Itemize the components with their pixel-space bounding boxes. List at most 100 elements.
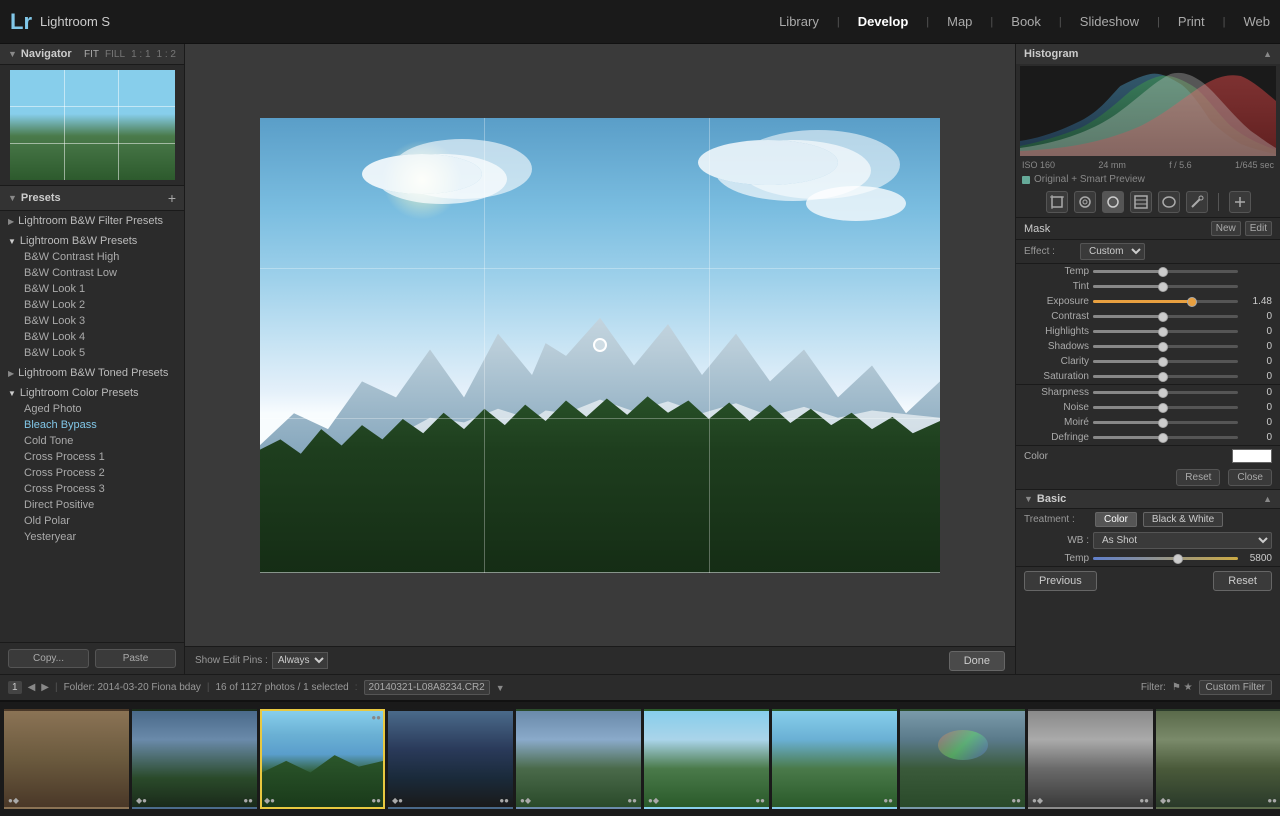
filmstrip-thumb-6[interactable]: ●◆ ●● <box>644 709 769 809</box>
noise-slider-track[interactable] <box>1093 406 1238 409</box>
preset-cold-tone[interactable]: Cold Tone <box>0 433 184 449</box>
preset-bw-look3[interactable]: B&W Look 3 <box>0 313 184 329</box>
radial-filter-tool[interactable] <box>1158 191 1180 213</box>
preset-cross-process-1[interactable]: Cross Process 1 <box>0 449 184 465</box>
crop-tool[interactable] <box>1046 191 1068 213</box>
clarity-slider-handle[interactable] <box>1158 357 1168 367</box>
treatment-bw-button[interactable]: Black & White <box>1143 512 1223 527</box>
preset-bw-contrast-low[interactable]: B&W Contrast Low <box>0 265 184 281</box>
preset-bw-look4[interactable]: B&W Look 4 <box>0 329 184 345</box>
filmstrip-thumb-7[interactable]: ●● <box>772 709 897 809</box>
sharpness-slider-track[interactable] <box>1093 391 1238 394</box>
red-eye-tool[interactable] <box>1102 191 1124 213</box>
custom-filter-btn[interactable]: Custom Filter <box>1199 680 1272 695</box>
basic-section-header[interactable]: ▼ Basic ▲ <box>1016 490 1280 509</box>
mask-edit-button[interactable]: Edit <box>1245 221 1272 236</box>
saturation-slider-handle[interactable] <box>1158 372 1168 382</box>
settings-tool[interactable] <box>1229 191 1251 213</box>
defringe-slider-handle[interactable] <box>1158 433 1168 443</box>
nav-print[interactable]: Print <box>1178 14 1205 29</box>
nav-library[interactable]: Library <box>779 14 819 29</box>
reset-button[interactable]: Reset <box>1176 469 1220 486</box>
wb-select[interactable]: As Shot Auto Daylight Cloudy Shade Custo… <box>1093 532 1272 549</box>
preset-group-color-header[interactable]: ▼ Lightroom Color Presets <box>0 385 184 401</box>
temp-slider-track[interactable] <box>1093 270 1238 273</box>
contrast-slider-handle[interactable] <box>1158 312 1168 322</box>
nav-slideshow[interactable]: Slideshow <box>1080 14 1139 29</box>
shadows-slider-track[interactable] <box>1093 345 1238 348</box>
basic-temp-slider-handle[interactable] <box>1173 554 1183 564</box>
moire-slider-track[interactable] <box>1093 421 1238 424</box>
mask-new-button[interactable]: New <box>1211 221 1241 236</box>
shadows-slider-handle[interactable] <box>1158 342 1168 352</box>
filename-badge[interactable]: 20140321-L08A8234.CR2 <box>364 680 490 695</box>
nav-fit[interactable]: FIT <box>84 49 99 60</box>
spot-removal-tool[interactable] <box>1074 191 1096 213</box>
filmstrip-thumb-1[interactable]: ●◆ <box>4 709 129 809</box>
highlights-slider-track[interactable] <box>1093 330 1238 333</box>
preset-bw-look1[interactable]: B&W Look 1 <box>0 281 184 297</box>
treatment-color-button[interactable]: Color <box>1095 512 1137 527</box>
preset-direct-positive[interactable]: Direct Positive <box>0 497 184 513</box>
edit-pins-select[interactable]: AlwaysNeverAuto <box>272 652 328 669</box>
highlights-slider-handle[interactable] <box>1158 327 1168 337</box>
saturation-slider-track[interactable] <box>1093 375 1238 378</box>
paste-button[interactable]: Paste <box>95 649 176 668</box>
filmstrip-thumb-9[interactable]: ●◆ ●● <box>1028 709 1153 809</box>
preset-group-bw-header[interactable]: ▼ Lightroom B&W Presets <box>0 233 184 249</box>
color-swatch[interactable] <box>1232 449 1272 463</box>
presets-add-icon[interactable]: + <box>168 190 176 206</box>
graduated-filter-tool[interactable] <box>1130 191 1152 213</box>
histogram-expand-icon[interactable]: ▲ <box>1263 49 1272 59</box>
copy-button[interactable]: Copy... <box>8 649 89 668</box>
contrast-slider-track[interactable] <box>1093 315 1238 318</box>
filmstrip-thumb-5[interactable]: ●◆ ●● <box>516 709 641 809</box>
nav-develop[interactable]: Develop <box>858 14 909 29</box>
exposure-slider-handle[interactable] <box>1187 297 1197 307</box>
filmstrip-nav-next[interactable]: ▶ <box>41 682 49 693</box>
nav-1to2[interactable]: 1 : 2 <box>157 49 176 60</box>
noise-slider-handle[interactable] <box>1158 403 1168 413</box>
preset-bleach-bypass[interactable]: Bleach Bypass <box>0 417 184 433</box>
sharpness-slider-handle[interactable] <box>1158 388 1168 398</box>
previous-button[interactable]: Previous <box>1024 571 1097 591</box>
tint-slider-handle[interactable] <box>1158 282 1168 292</box>
tint-slider-track[interactable] <box>1093 285 1238 288</box>
nav-book[interactable]: Book <box>1011 14 1041 29</box>
clarity-slider-track[interactable] <box>1093 360 1238 363</box>
preset-bw-contrast-high[interactable]: B&W Contrast High <box>0 249 184 265</box>
nav-map[interactable]: Map <box>947 14 972 29</box>
filmstrip-thumb-10[interactable]: ◆● ●● <box>1156 709 1280 809</box>
preset-aged-photo[interactable]: Aged Photo <box>0 401 184 417</box>
basic-expand-icon[interactable]: ▲ <box>1263 494 1272 504</box>
effect-select[interactable]: Custom None <box>1080 243 1145 260</box>
preset-cross-process-2[interactable]: Cross Process 2 <box>0 465 184 481</box>
preset-old-polar[interactable]: Old Polar <box>0 513 184 529</box>
filmstrip-thumb-2[interactable]: ◆● ●● <box>132 709 257 809</box>
reset-all-button[interactable]: Reset <box>1213 571 1272 591</box>
nav-1to1[interactable]: 1 : 1 <box>131 49 150 60</box>
moire-slider-handle[interactable] <box>1158 418 1168 428</box>
done-button[interactable]: Done <box>949 651 1005 671</box>
filename-dropdown-icon[interactable]: ▼ <box>496 683 505 693</box>
preset-bw-look2[interactable]: B&W Look 2 <box>0 297 184 313</box>
color-label: Color <box>1024 451 1048 462</box>
exposure-slider-track[interactable] <box>1093 300 1238 303</box>
temp-slider-handle[interactable] <box>1158 267 1168 277</box>
close-button[interactable]: Close <box>1228 469 1272 486</box>
preset-bw-look5[interactable]: B&W Look 5 <box>0 345 184 361</box>
defringe-slider-track[interactable] <box>1093 436 1238 439</box>
preset-group-bw-toned-header[interactable]: ▶ Lightroom B&W Toned Presets <box>0 365 184 381</box>
nav-fill[interactable]: FILL <box>105 49 125 60</box>
nav-web[interactable]: Web <box>1244 14 1271 29</box>
basic-temp-slider-track[interactable] <box>1093 557 1238 560</box>
filter-icons[interactable]: ⚑ ★ <box>1172 682 1193 693</box>
filmstrip-thumb-8[interactable]: ●● <box>900 709 1025 809</box>
preset-group-bw-filter-header[interactable]: ▶ Lightroom B&W Filter Presets <box>0 213 184 229</box>
filmstrip-thumb-3[interactable]: ◆● ●● ●● <box>260 709 385 809</box>
preset-yesteryear[interactable]: Yesteryear <box>0 529 184 545</box>
filmstrip-nav-prev[interactable]: ◀ <box>28 682 36 693</box>
preset-cross-process-3[interactable]: Cross Process 3 <box>0 481 184 497</box>
adjustment-brush-tool[interactable] <box>1186 191 1208 213</box>
filmstrip-thumb-4[interactable]: ◆● ●● <box>388 709 513 809</box>
